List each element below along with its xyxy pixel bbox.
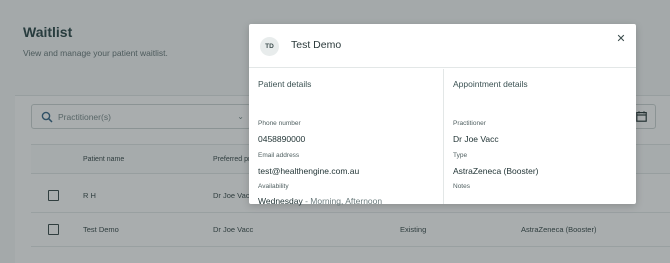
- availability-day: Wednesday: [258, 196, 303, 206]
- patient-modal: TD Test Demo ✕ Patient details Phone num…: [249, 24, 637, 206]
- avatar: TD: [260, 37, 279, 56]
- availability-times: - Morning, Afternoon: [302, 196, 383, 206]
- availability-value: Wednesday - Morning, Afternoon: [258, 196, 382, 206]
- email-value: test@healthengine.com.au: [258, 166, 360, 176]
- appointment-details-section: Appointment details Practitioner Dr Joe …: [444, 69, 637, 204]
- modal-title: Test Demo: [291, 39, 342, 51]
- availability-label: Availability: [258, 183, 289, 190]
- appointment-details-heading: Appointment details: [453, 79, 528, 89]
- type-value: AstraZeneca (Booster): [453, 166, 539, 176]
- practitioner-label: Practitioner: [453, 120, 486, 127]
- notes-label: Notes: [453, 183, 470, 190]
- patient-details-section: Patient details Phone number 0458890000 …: [249, 69, 442, 206]
- type-label: Type: [453, 152, 468, 159]
- close-icon[interactable]: ✕: [615, 33, 627, 45]
- practitioner-value: Dr Joe Vacc: [453, 134, 499, 144]
- email-label: Email address: [258, 152, 300, 159]
- phone-value: 0458890000: [258, 134, 306, 144]
- patient-details-heading: Patient details: [258, 79, 312, 89]
- phone-label: Phone number: [258, 120, 301, 127]
- modal-header: TD Test Demo ✕: [249, 24, 636, 68]
